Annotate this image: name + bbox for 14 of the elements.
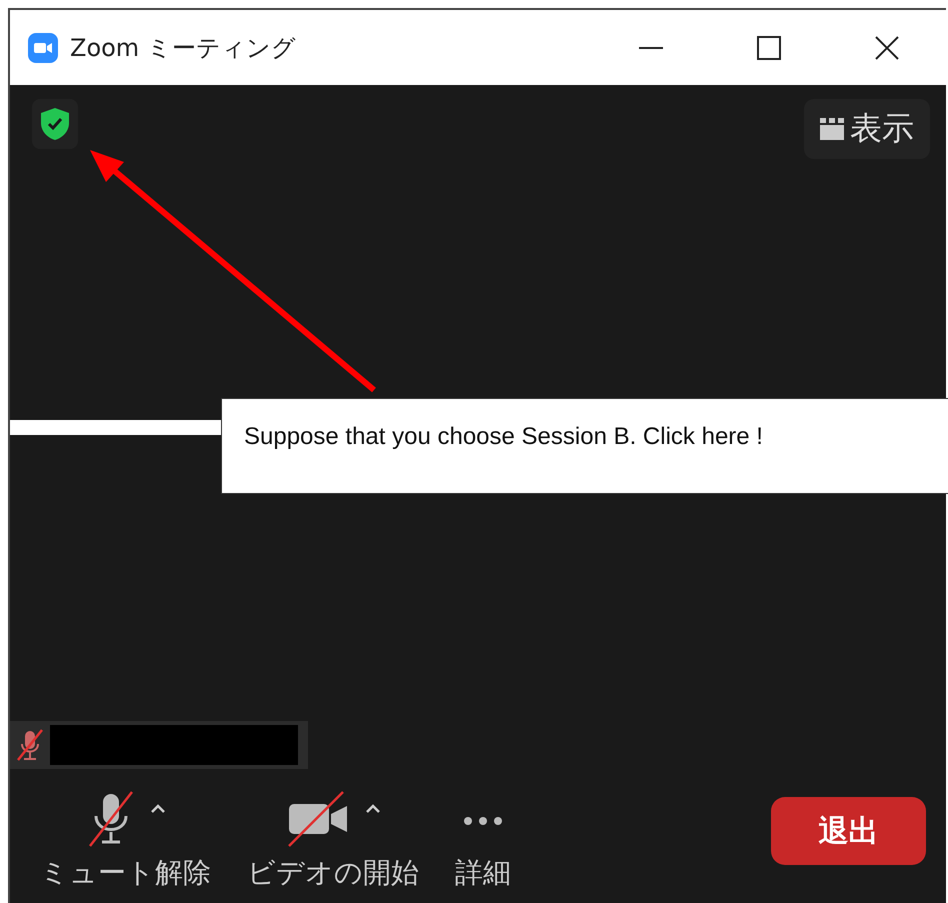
- maximize-icon[interactable]: [756, 34, 782, 60]
- caret-icon[interactable]: [150, 804, 166, 814]
- toolbar-button[interactable]: 詳細: [455, 790, 511, 892]
- leave-button[interactable]: 退出: [771, 797, 926, 865]
- toolbar-button[interactable]: ビデオの開始: [247, 790, 419, 892]
- close-icon[interactable]: [874, 34, 900, 60]
- grid-icon: [820, 118, 844, 140]
- view-button[interactable]: 表示: [804, 99, 930, 159]
- video-camera-icon: [28, 32, 58, 62]
- shield-check-icon[interactable]: [40, 107, 70, 141]
- callout-text: Suppose that you choose Session B. Click here !: [244, 423, 763, 450]
- caret-icon[interactable]: [365, 804, 381, 814]
- window-title: Zoom ミーティング: [70, 32, 296, 64]
- toolbar-button[interactable]: ミュート解除: [40, 790, 211, 892]
